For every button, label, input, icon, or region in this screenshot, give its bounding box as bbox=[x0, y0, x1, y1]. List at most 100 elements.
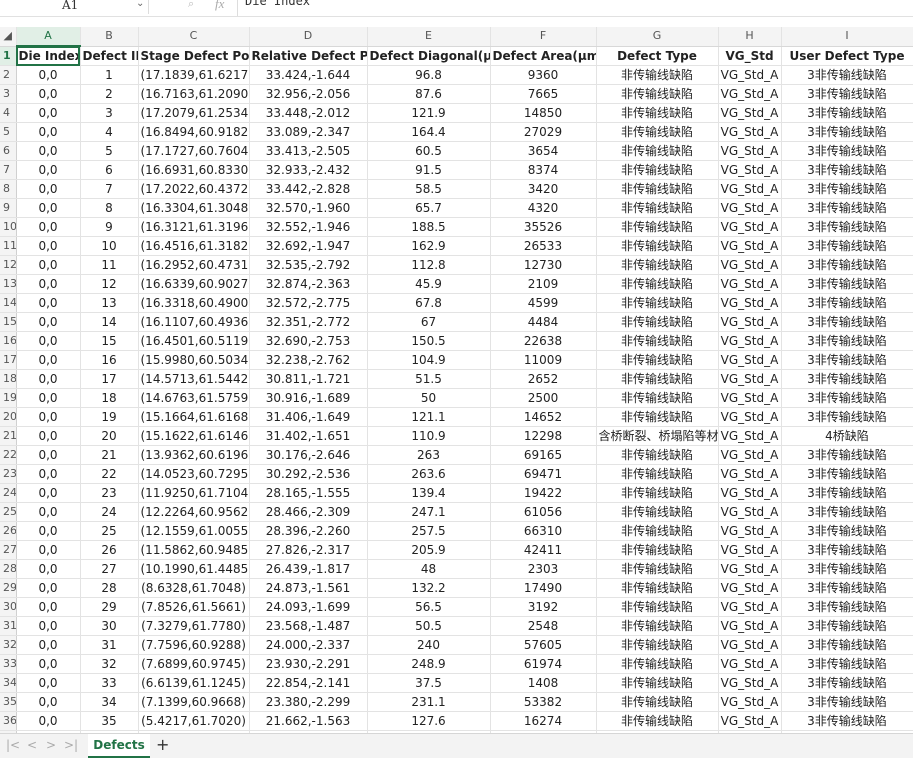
table-cell[interactable]: 0,0 bbox=[16, 426, 81, 446]
table-cell[interactable]: 14 bbox=[80, 312, 139, 332]
table-cell[interactable]: VG_Std_A bbox=[718, 179, 782, 199]
table-cell[interactable]: VG_Std_A bbox=[718, 673, 782, 693]
table-cell[interactable]: 3非传输线缺陷 bbox=[781, 692, 913, 712]
table-cell[interactable]: 非传输线缺陷 bbox=[596, 312, 719, 332]
table-cell[interactable]: 30.916,-1.689 bbox=[249, 388, 368, 408]
table-cell[interactable]: 4599 bbox=[490, 293, 597, 313]
table-cell[interactable]: 60.5 bbox=[367, 141, 491, 161]
table-cell[interactable]: 3非传输线缺陷 bbox=[781, 103, 913, 123]
table-cell[interactable]: 非传输线缺陷 bbox=[596, 141, 719, 161]
table-cell[interactable]: (14.5713,61.5442) bbox=[138, 369, 250, 389]
column-header-h[interactable]: H bbox=[718, 27, 782, 47]
table-cell[interactable]: 32.692,-1.947 bbox=[249, 236, 368, 256]
table-cell[interactable]: 34 bbox=[80, 692, 139, 712]
table-cell[interactable]: 3非传输线缺陷 bbox=[781, 597, 913, 617]
table-cell[interactable]: 6 bbox=[80, 160, 139, 180]
row-header[interactable]: 33 bbox=[0, 654, 17, 674]
header-cell[interactable]: Defect Type bbox=[596, 46, 719, 66]
table-cell[interactable]: (8.6328,61.7048) bbox=[138, 578, 250, 598]
table-cell[interactable]: (16.3121,61.3196) bbox=[138, 217, 250, 237]
table-cell[interactable]: 11 bbox=[80, 255, 139, 275]
table-cell[interactable]: 132.2 bbox=[367, 578, 491, 598]
column-header-a[interactable]: A bbox=[16, 27, 81, 47]
header-cell[interactable]: Stage Defect Pos bbox=[138, 46, 250, 66]
table-cell[interactable]: 3非传输线缺陷 bbox=[781, 198, 913, 218]
table-cell[interactable]: 61974 bbox=[490, 654, 597, 674]
table-cell[interactable]: (13.9362,60.6196) bbox=[138, 445, 250, 465]
table-cell[interactable]: 23.380,-2.299 bbox=[249, 692, 368, 712]
table-cell[interactable]: 0,0 bbox=[16, 84, 81, 104]
table-cell[interactable]: 26.439,-1.817 bbox=[249, 559, 368, 579]
table-cell[interactable]: 17490 bbox=[490, 578, 597, 598]
table-cell[interactable]: 50.5 bbox=[367, 616, 491, 636]
table-cell[interactable]: 非传输线缺陷 bbox=[596, 597, 719, 617]
table-cell[interactable]: 24.000,-2.337 bbox=[249, 635, 368, 655]
row-header[interactable]: 1 bbox=[0, 46, 17, 66]
row-header[interactable]: 5 bbox=[0, 122, 17, 142]
table-cell[interactable]: 0,0 bbox=[16, 692, 81, 712]
table-cell[interactable]: 0,0 bbox=[16, 293, 81, 313]
table-cell[interactable]: 3非传输线缺陷 bbox=[781, 654, 913, 674]
table-cell[interactable]: 0,0 bbox=[16, 217, 81, 237]
row-header[interactable]: 23 bbox=[0, 464, 17, 484]
table-cell[interactable]: 28.396,-2.260 bbox=[249, 521, 368, 541]
table-cell[interactable]: 112.8 bbox=[367, 255, 491, 275]
table-cell[interactable]: VG_Std_A bbox=[718, 103, 782, 123]
table-cell[interactable]: (15.1664,61.6168) bbox=[138, 407, 250, 427]
row-header[interactable]: 15 bbox=[0, 312, 17, 332]
table-cell[interactable]: 0,0 bbox=[16, 369, 81, 389]
table-cell[interactable]: (16.3304,61.3048) bbox=[138, 198, 250, 218]
table-cell[interactable]: 205.9 bbox=[367, 540, 491, 560]
table-cell[interactable]: 3非传输线缺陷 bbox=[781, 312, 913, 332]
table-cell[interactable]: 61056 bbox=[490, 502, 597, 522]
table-cell[interactable]: 33.448,-2.012 bbox=[249, 103, 368, 123]
row-header[interactable]: 27 bbox=[0, 540, 17, 560]
table-cell[interactable]: 29 bbox=[80, 597, 139, 617]
table-cell[interactable]: (7.8526,61.5661) bbox=[138, 597, 250, 617]
table-cell[interactable]: 24 bbox=[80, 502, 139, 522]
table-cell[interactable]: 18 bbox=[80, 388, 139, 408]
table-cell[interactable]: 3非传输线缺陷 bbox=[781, 350, 913, 370]
table-cell[interactable]: 33.413,-2.505 bbox=[249, 141, 368, 161]
table-cell[interactable]: 32.874,-2.363 bbox=[249, 274, 368, 294]
table-cell[interactable]: (14.0523,60.7295) bbox=[138, 464, 250, 484]
table-cell[interactable]: 0,0 bbox=[16, 654, 81, 674]
table-cell[interactable]: 162.9 bbox=[367, 236, 491, 256]
table-cell[interactable]: (6.6139,61.1245) bbox=[138, 673, 250, 693]
table-cell[interactable]: 32.570,-1.960 bbox=[249, 198, 368, 218]
row-header[interactable]: 14 bbox=[0, 293, 17, 313]
table-cell[interactable]: 3非传输线缺陷 bbox=[781, 407, 913, 427]
table-cell[interactable]: 0,0 bbox=[16, 483, 81, 503]
table-cell[interactable]: 0,0 bbox=[16, 274, 81, 294]
table-cell[interactable]: (7.3279,61.7780) bbox=[138, 616, 250, 636]
table-cell[interactable]: (16.8494,60.9182) bbox=[138, 122, 250, 142]
table-cell[interactable]: VG_Std_A bbox=[718, 407, 782, 427]
table-cell[interactable]: (16.1107,60.4936) bbox=[138, 312, 250, 332]
table-cell[interactable]: 非传输线缺陷 bbox=[596, 521, 719, 541]
table-cell[interactable]: 非传输线缺陷 bbox=[596, 483, 719, 503]
table-cell[interactable]: (7.1399,60.9668) bbox=[138, 692, 250, 712]
table-cell[interactable]: 3非传输线缺陷 bbox=[781, 331, 913, 351]
row-header[interactable]: 11 bbox=[0, 236, 17, 256]
table-cell[interactable]: 121.1 bbox=[367, 407, 491, 427]
table-cell[interactable]: 32.238,-2.762 bbox=[249, 350, 368, 370]
table-cell[interactable]: 56.5 bbox=[367, 597, 491, 617]
row-header[interactable]: 32 bbox=[0, 635, 17, 655]
table-cell[interactable]: 32.956,-2.056 bbox=[249, 84, 368, 104]
table-cell[interactable]: 7665 bbox=[490, 84, 597, 104]
prev-sheet-icon[interactable]: < bbox=[27, 738, 37, 752]
table-cell[interactable]: 30 bbox=[80, 616, 139, 636]
table-cell[interactable]: 0,0 bbox=[16, 141, 81, 161]
table-cell[interactable]: 非传输线缺陷 bbox=[596, 274, 719, 294]
row-header[interactable]: 17 bbox=[0, 350, 17, 370]
table-cell[interactable]: 非传输线缺陷 bbox=[596, 198, 719, 218]
table-cell[interactable]: 28.466,-2.309 bbox=[249, 502, 368, 522]
row-header[interactable]: 10 bbox=[0, 217, 17, 237]
table-cell[interactable]: 15 bbox=[80, 331, 139, 351]
table-cell[interactable]: 0,0 bbox=[16, 312, 81, 332]
table-cell[interactable]: 0,0 bbox=[16, 236, 81, 256]
table-cell[interactable]: 3192 bbox=[490, 597, 597, 617]
table-cell[interactable]: 0,0 bbox=[16, 673, 81, 693]
table-cell[interactable]: 0,0 bbox=[16, 179, 81, 199]
table-cell[interactable]: 非传输线缺陷 bbox=[596, 692, 719, 712]
